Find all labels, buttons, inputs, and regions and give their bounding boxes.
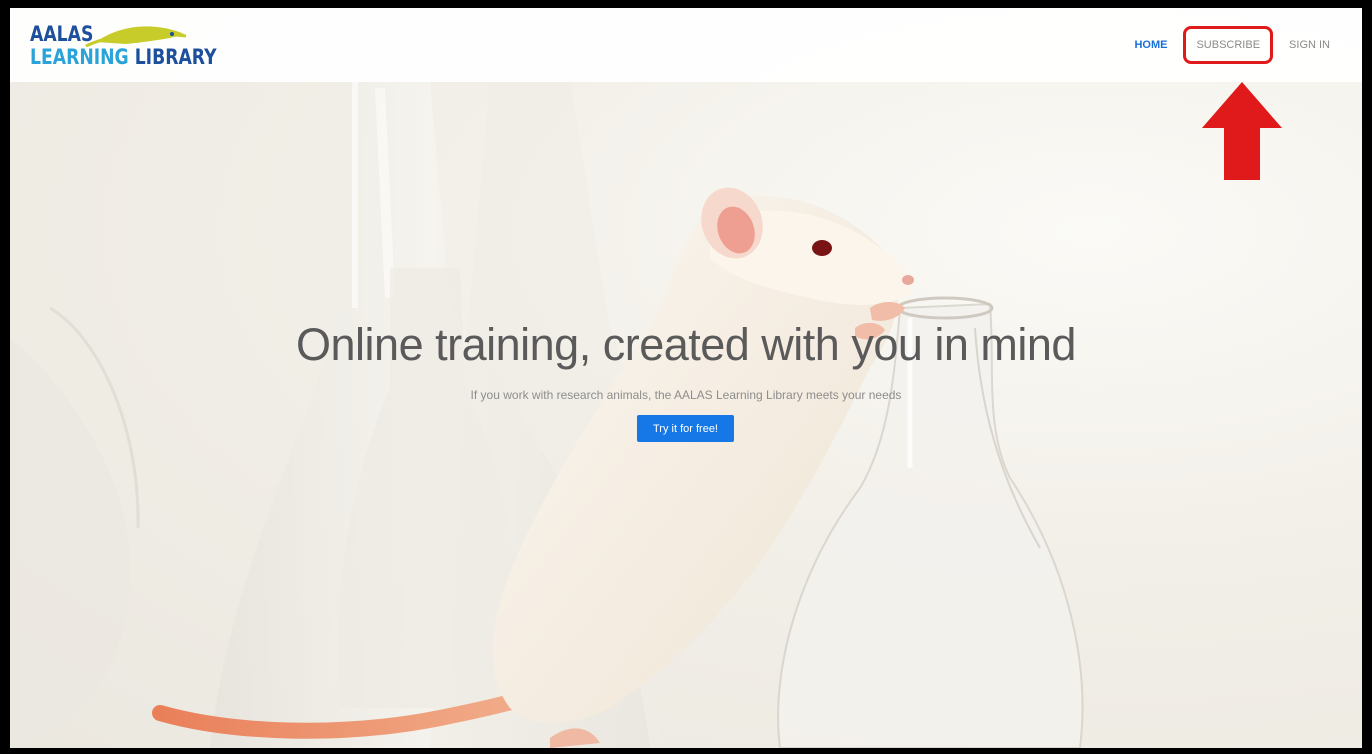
try-it-for-free-button[interactable]: Try it for free!: [637, 415, 734, 442]
nav-sign-in-link[interactable]: SIGN IN: [1275, 39, 1344, 51]
top-navbar: AALAS LEARNING LIBRARY HOME SUBSCRIBE SI…: [10, 8, 1362, 82]
hero-subtitle: If you work with research animals, the A…: [470, 388, 902, 402]
nav-home-link[interactable]: HOME: [1120, 39, 1181, 51]
hero-background-image: [10, 8, 1362, 748]
browser-frame: AALAS LEARNING LIBRARY HOME SUBSCRIBE SI…: [0, 0, 1372, 754]
logo-text-learning: LEARNING: [30, 45, 129, 69]
aalas-learning-library-logo[interactable]: AALAS LEARNING LIBRARY: [26, 20, 217, 72]
nav-subscribe-link[interactable]: SUBSCRIBE: [1183, 26, 1274, 64]
logo-text-aalas: AALAS: [30, 22, 94, 46]
nav-links: HOME SUBSCRIBE SIGN IN: [1120, 8, 1344, 82]
red-up-arrow-icon: [1202, 82, 1282, 180]
logo-text-library: LIBRARY: [134, 45, 217, 69]
hero-title: Online training, created with you in min…: [296, 319, 1076, 370]
logo-text-learning-library: LEARNING LIBRARY: [30, 45, 217, 69]
rat-on-flask-illustration: [10, 82, 1084, 748]
